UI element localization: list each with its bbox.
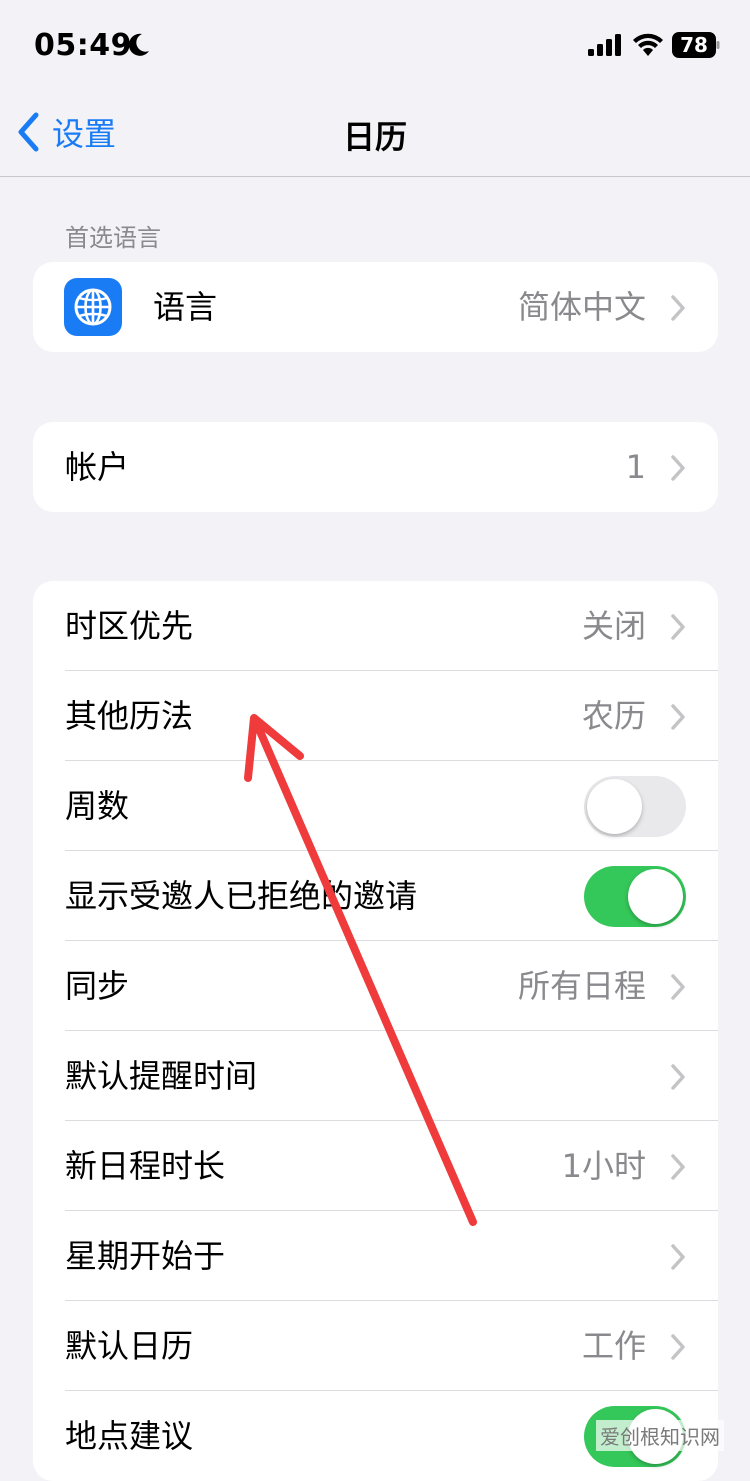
watermark: 爱创根知识网 bbox=[596, 1420, 724, 1451]
annotation-arrow bbox=[244, 714, 477, 1226]
